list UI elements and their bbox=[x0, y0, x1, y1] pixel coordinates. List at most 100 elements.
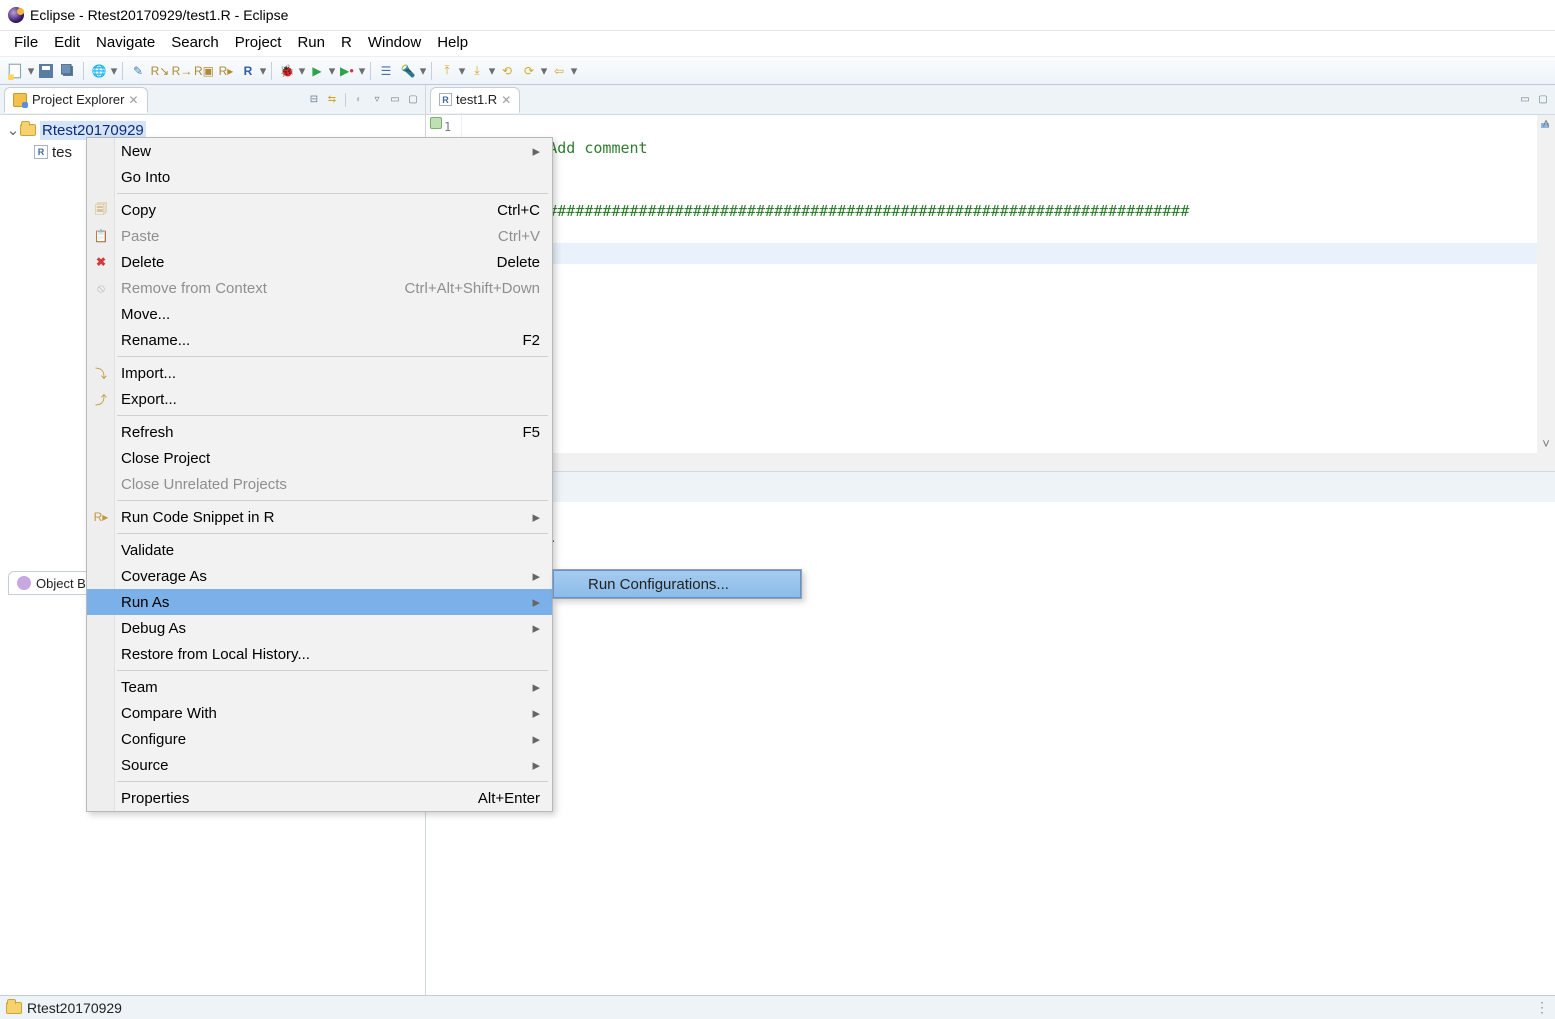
chevron-right-icon: ▸ bbox=[532, 593, 540, 611]
ctx-delete[interactable]: ✖DeleteDelete bbox=[87, 249, 552, 275]
scroll-up-icon[interactable]: ˄ bbox=[1538, 115, 1554, 131]
menu-search[interactable]: Search bbox=[163, 32, 227, 53]
ctx-new[interactable]: New▸ bbox=[87, 138, 552, 164]
menu-help[interactable]: Help bbox=[429, 32, 476, 53]
dropdown-icon[interactable]: ▾ bbox=[27, 62, 35, 80]
ctx-import[interactable]: ⤵Import... bbox=[87, 360, 552, 386]
status-project-label: Rtest20170929 bbox=[27, 1000, 122, 1016]
code-content[interactable]: # TODO: Add comment LJX ################… bbox=[476, 117, 1555, 264]
maximize-icon[interactable]: ▢ bbox=[1535, 92, 1551, 108]
scroll-down-icon[interactable]: ˅ bbox=[1538, 435, 1554, 451]
horizontal-scrollbar[interactable]: › bbox=[426, 453, 1555, 471]
ctx-run-as[interactable]: Run As▸ bbox=[87, 589, 552, 615]
ctx-properties[interactable]: PropertiesAlt+Enter bbox=[87, 785, 552, 811]
menu-separator bbox=[117, 193, 548, 194]
submenu-run-configurations[interactable]: Run Configurations... bbox=[553, 570, 801, 598]
chevron-right-icon: ▸ bbox=[532, 619, 540, 637]
save-icon[interactable] bbox=[37, 62, 55, 80]
prev-annotation-icon[interactable]: ⤒ bbox=[438, 62, 456, 80]
dropdown-icon[interactable]: ▾ bbox=[458, 62, 466, 80]
run-snippet-icon: R▸ bbox=[93, 509, 109, 525]
main-toolbar: ▾ 🌐 ▾ ✎ R↘ R→ R▣ R▸ R ▾ 🐞 ▾ ▶ ▾ ▶● ▾ ☰ 🔦… bbox=[0, 57, 1555, 85]
dropdown-icon[interactable]: ▾ bbox=[570, 62, 578, 80]
menu-file[interactable]: File bbox=[6, 32, 46, 53]
ctx-restore-local[interactable]: Restore from Local History... bbox=[87, 641, 552, 667]
collapse-all-icon[interactable]: ⊟ bbox=[306, 92, 322, 108]
status-menu-icon[interactable]: ⋮ bbox=[1535, 999, 1549, 1016]
menu-edit[interactable]: Edit bbox=[46, 32, 88, 53]
search-icon[interactable]: 🔦 bbox=[399, 62, 417, 80]
menu-navigate[interactable]: Navigate bbox=[88, 32, 163, 53]
open-type-icon[interactable]: ☰ bbox=[377, 62, 395, 80]
tab-editor-file[interactable]: R test1.R ✕ bbox=[430, 87, 520, 113]
ctx-rename[interactable]: Rename...F2 bbox=[87, 327, 552, 353]
ctx-run-snippet[interactable]: R▸Run Code Snippet in R▸ bbox=[87, 504, 552, 530]
debug-icon[interactable]: 🐞 bbox=[278, 62, 296, 80]
overview-ruler[interactable]: ˄ ˅ bbox=[1537, 115, 1555, 471]
ctx-team[interactable]: Team▸ bbox=[87, 674, 552, 700]
menu-run[interactable]: Run bbox=[289, 32, 333, 53]
ctx-refresh[interactable]: RefreshF5 bbox=[87, 419, 552, 445]
run-func-icon[interactable]: R▸ bbox=[217, 62, 235, 80]
ctx-export[interactable]: ⤴Export... bbox=[87, 386, 552, 412]
ctx-configure[interactable]: Configure▸ bbox=[87, 726, 552, 752]
menu-r[interactable]: R bbox=[333, 32, 360, 53]
link-editor-icon[interactable]: ⇆ bbox=[324, 92, 340, 108]
ctx-copy[interactable]: 🗐CopyCtrl+C bbox=[87, 197, 552, 223]
run-icon[interactable]: ▶ bbox=[308, 62, 326, 80]
ctx-source[interactable]: Source▸ bbox=[87, 752, 552, 778]
ctx-validate[interactable]: Validate bbox=[87, 537, 552, 563]
dropdown-icon[interactable]: ▾ bbox=[259, 62, 267, 80]
globe-icon[interactable]: 🌐 bbox=[90, 62, 108, 80]
code-line-4: ########################################… bbox=[476, 202, 1189, 220]
object-browser-label: Object B bbox=[36, 576, 86, 591]
tab-project-explorer[interactable]: Project Explorer ✕ bbox=[4, 87, 148, 113]
view-menu-icon[interactable]: ▿ bbox=[369, 92, 385, 108]
ctx-coverage-as[interactable]: Coverage As▸ bbox=[87, 563, 552, 589]
dropdown-icon[interactable]: ▾ bbox=[358, 62, 366, 80]
ctx-close-project[interactable]: Close Project bbox=[87, 445, 552, 471]
r-console-icon[interactable]: R bbox=[239, 62, 257, 80]
back-icon[interactable]: ⟲ bbox=[498, 62, 516, 80]
dropdown-icon[interactable]: ▾ bbox=[488, 62, 496, 80]
next-annotation-icon[interactable]: ⤓ bbox=[468, 62, 486, 80]
export-icon: ⤴ bbox=[93, 391, 109, 407]
run-file-icon[interactable]: R▣ bbox=[195, 62, 213, 80]
dropdown-icon[interactable]: ▾ bbox=[328, 62, 336, 80]
ctx-compare-with[interactable]: Compare With▸ bbox=[87, 700, 552, 726]
bottom-tabs bbox=[426, 472, 1555, 502]
coverage-icon[interactable]: ▶● bbox=[338, 62, 356, 80]
nav-back-icon[interactable]: ⇦ bbox=[550, 62, 568, 80]
close-icon[interactable]: ✕ bbox=[501, 93, 511, 107]
copy-icon: 🗐 bbox=[93, 202, 109, 218]
minimize-icon[interactable]: ▭ bbox=[387, 92, 403, 108]
new-icon[interactable] bbox=[7, 62, 25, 80]
focus-task-icon[interactable]: ◐ bbox=[351, 92, 367, 108]
minimize-icon[interactable]: ▭ bbox=[1517, 92, 1533, 108]
ctx-go-into[interactable]: Go Into bbox=[87, 164, 552, 190]
menu-window[interactable]: Window bbox=[360, 32, 429, 53]
tab-object-browser[interactable]: Object B bbox=[8, 571, 95, 595]
menu-separator bbox=[117, 670, 548, 671]
maximize-icon[interactable]: ▢ bbox=[405, 92, 421, 108]
dropdown-icon[interactable]: ▾ bbox=[419, 62, 427, 80]
dropdown-icon[interactable]: ▾ bbox=[298, 62, 306, 80]
code-editor[interactable]: 1 # TODO: Add comment LJX ##############… bbox=[426, 115, 1555, 471]
twisty-expanded-icon[interactable]: ⌄ bbox=[6, 121, 20, 139]
menu-separator bbox=[117, 356, 548, 357]
menu-project[interactable]: Project bbox=[227, 32, 290, 53]
run-selection-icon[interactable]: R↘ bbox=[151, 62, 169, 80]
toolbar-separator bbox=[122, 62, 123, 80]
close-icon[interactable]: ✕ bbox=[128, 93, 138, 107]
r-file-icon: R bbox=[439, 93, 452, 106]
ctx-move[interactable]: Move... bbox=[87, 301, 552, 327]
project-folder-icon bbox=[20, 124, 36, 136]
run-line-icon[interactable]: R→ bbox=[173, 62, 191, 80]
ctx-debug-as[interactable]: Debug As▸ bbox=[87, 615, 552, 641]
dropdown-icon[interactable]: ▾ bbox=[110, 62, 118, 80]
current-line-highlight bbox=[476, 243, 1555, 264]
dropdown-icon[interactable]: ▾ bbox=[540, 62, 548, 80]
save-all-icon[interactable] bbox=[59, 62, 77, 80]
forward-icon[interactable]: ⟳ bbox=[520, 62, 538, 80]
wand-icon[interactable]: ✎ bbox=[129, 62, 147, 80]
